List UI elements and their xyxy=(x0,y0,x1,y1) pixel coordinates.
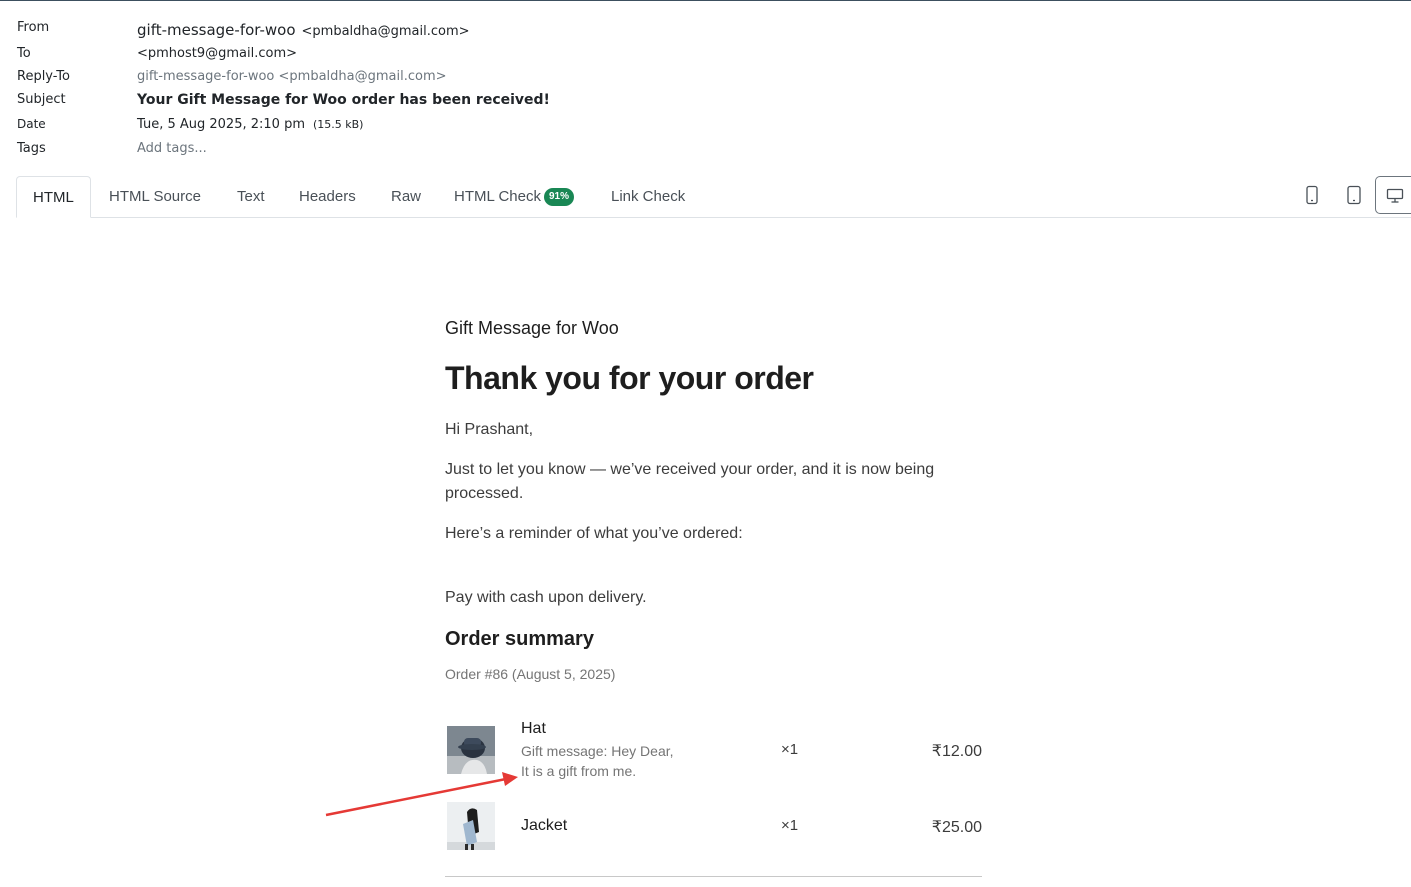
order-item-hat: Hat Gift message: Hey Dear, It is a gift… xyxy=(445,715,982,785)
header-tags: Tags Add tags... xyxy=(17,141,917,161)
greeting-text: Hi Prashant, xyxy=(445,421,534,438)
date-value: Tue, 5 Aug 2025, 2:10 pm (15.5 kB) xyxy=(137,117,363,132)
message-size: (15.5 kB) xyxy=(312,118,364,131)
tab-text-label: Text xyxy=(237,188,265,205)
desktop-icon[interactable] xyxy=(1375,176,1411,214)
hat-product-image xyxy=(447,726,495,774)
reply-to-label: Reply-To xyxy=(17,69,70,84)
window-top-border xyxy=(0,0,1411,1)
mobile-icon[interactable] xyxy=(1304,185,1320,205)
from-value[interactable]: gift-message-for-woo <pmbaldha@gmail.com> xyxy=(137,21,470,39)
date-label: Date xyxy=(17,117,46,131)
item-name-jacket: Jacket xyxy=(521,817,568,834)
tab-html-check[interactable]: HTML Check 91% xyxy=(438,176,590,218)
item-qty-hat: ×1 xyxy=(781,741,799,758)
order-number: Order #86 (August 5, 2025) xyxy=(445,666,616,682)
item-qty-jacket: ×1 xyxy=(781,817,799,834)
intro-text: Just to let you know — we’ve received yo… xyxy=(445,461,935,502)
tab-html-source-label: HTML Source xyxy=(109,188,201,205)
gift-message-line-1: Gift message: Hey Dear, xyxy=(521,743,674,759)
reminder-text: Here’s a reminder of what you’ve ordered… xyxy=(445,525,743,542)
email-heading: Thank you for your order xyxy=(445,360,814,396)
header-subject: Subject Your Gift Message for Woo order … xyxy=(17,92,917,112)
tab-link-check[interactable]: Link Check xyxy=(595,176,701,218)
gift-message-line-2: It is a gift from me. xyxy=(521,763,637,779)
tab-link-check-label: Link Check xyxy=(611,188,686,205)
order-items-divider xyxy=(445,876,982,877)
view-tabs: HTML HTML Source Text Headers Raw HTML C… xyxy=(16,176,1411,218)
tab-headers-label: Headers xyxy=(299,188,356,205)
tab-html-source[interactable]: HTML Source xyxy=(93,176,217,218)
reply-to-value[interactable]: gift-message-for-woo <pmbaldha@gmail.com… xyxy=(137,69,447,84)
tags-input[interactable]: Add tags... xyxy=(137,141,207,156)
header-from: From gift-message-for-woo <pmbaldha@gmail… xyxy=(17,20,917,40)
tab-text[interactable]: Text xyxy=(221,176,281,218)
tab-html-label: HTML xyxy=(33,189,74,206)
item-name-hat: Hat xyxy=(521,720,546,737)
header-to: To <pmhost9@gmail.com> xyxy=(17,46,917,66)
from-label: From xyxy=(17,20,50,35)
tab-html[interactable]: HTML xyxy=(16,176,91,218)
date-text: Tue, 5 Aug 2025, 2:10 pm xyxy=(137,117,305,132)
tab-headers[interactable]: Headers xyxy=(283,176,372,218)
tab-raw-label: Raw xyxy=(391,188,422,205)
store-name: Gift Message for Woo xyxy=(445,318,619,338)
header-reply-to: Reply-To gift-message-for-woo <pmbaldha@… xyxy=(17,69,917,89)
subject-label: Subject xyxy=(17,92,66,107)
payment-text: Pay with cash upon delivery. xyxy=(445,589,647,606)
header-date: Date Tue, 5 Aug 2025, 2:10 pm (15.5 kB) xyxy=(17,117,917,137)
jacket-product-image xyxy=(447,802,495,850)
item-price-jacket: ₹25.00 xyxy=(931,819,982,836)
item-price-hat: ₹12.00 xyxy=(931,743,982,760)
tablet-icon[interactable] xyxy=(1346,185,1362,205)
order-summary-title: Order summary xyxy=(445,628,594,650)
from-address: <pmbaldha@gmail.com> xyxy=(301,24,470,39)
order-item-jacket: Jacket ×1 ₹25.00 xyxy=(445,800,982,852)
to-value[interactable]: <pmhost9@gmail.com> xyxy=(137,46,297,61)
subject-value: Your Gift Message for Woo order has been… xyxy=(137,92,550,108)
tab-html-check-label: HTML Check xyxy=(454,188,541,205)
tags-label: Tags xyxy=(17,141,46,156)
html-check-score-badge: 91% xyxy=(543,188,574,207)
from-name: gift-message-for-woo xyxy=(137,21,296,39)
to-label: To xyxy=(17,46,31,61)
tab-raw[interactable]: Raw xyxy=(375,176,437,218)
